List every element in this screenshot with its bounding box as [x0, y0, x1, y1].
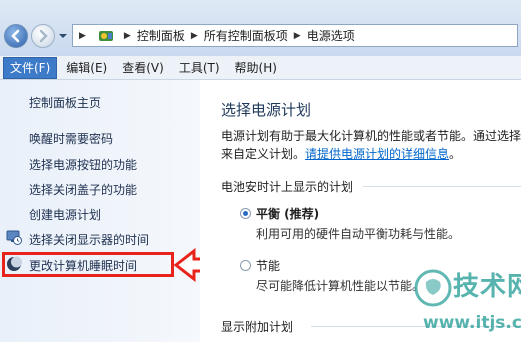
plan-balanced-label[interactable]: 平衡 (推荐): [256, 207, 319, 221]
sidebar-home-link[interactable]: 控制面板主页: [29, 94, 101, 111]
chevron-right-icon[interactable]: ▶: [79, 31, 86, 41]
menu-file[interactable]: 文件(F): [3, 56, 58, 79]
page-title: 选择电源计划: [221, 101, 312, 119]
forward-button[interactable]: [31, 24, 55, 48]
chevron-right-icon[interactable]: ▶: [124, 31, 131, 41]
plan-power-saver-description: 尽可能降低计算机性能以节能。: [256, 279, 425, 293]
control-panel-icon: [97, 27, 115, 45]
breadcrumb-item[interactable]: 电源选项: [307, 27, 355, 44]
menu-help[interactable]: 帮助(H): [229, 57, 283, 79]
sidebar-link-create-plan[interactable]: 创建电源计划: [29, 206, 101, 223]
description-line: 电源计划有助于最大化计算机的性能或者节能。通过选择: [221, 129, 521, 143]
sidebar-link-wake-password[interactable]: 唤醒时需要密码: [29, 130, 113, 147]
display-clock-icon: [6, 230, 22, 245]
chevron-right-icon[interactable]: ▶: [191, 31, 198, 41]
section-divider: [363, 186, 521, 187]
plan-balanced-radio[interactable]: [240, 208, 251, 219]
watermark-text: 技术网: [453, 272, 521, 302]
chevron-right-icon[interactable]: ▶: [294, 31, 301, 41]
sidebar-link-lid-close[interactable]: 选择关闭盖子的功能: [29, 181, 137, 198]
breadcrumb[interactable]: ▶ ▶ 控制面板 ▶ 所有控制面板项 ▶ 电源选项: [72, 24, 518, 47]
description-text: 。: [449, 147, 462, 161]
menu-view[interactable]: 查看(V): [116, 57, 170, 79]
back-arrow-icon: [11, 29, 20, 43]
sidebar-link-power-button[interactable]: 选择电源按钮的功能: [29, 156, 137, 173]
watermark-url: www.itjs.cn: [423, 313, 521, 333]
dropdown-icon[interactable]: [58, 31, 68, 41]
highlight-box: [2, 252, 174, 277]
battery-plans-heading: 电池安时计上显示的计划: [221, 180, 354, 194]
menu-edit[interactable]: 编辑(E): [60, 57, 113, 79]
plan-balanced-description: 利用可用的硬件自动平衡功耗与性能。: [256, 227, 461, 241]
back-button[interactable]: [4, 24, 28, 48]
plan-details-link[interactable]: 请提供电源计划的详细信息: [305, 147, 449, 161]
breadcrumb-item[interactable]: 所有控制面板项: [204, 27, 288, 44]
more-plans-heading[interactable]: 显示附加计划: [221, 318, 293, 335]
description-line: 来自定义计划。请提供电源计划的详细信息。: [221, 145, 521, 163]
menu-tools[interactable]: 工具(T): [173, 57, 226, 79]
menu-bar: 文件(F) 编辑(E) 查看(V) 工具(T) 帮助(H): [0, 56, 521, 80]
breadcrumb-item[interactable]: 控制面板: [137, 27, 185, 44]
watermark-logo-icon: [414, 269, 452, 307]
description-text: 来自定义计划。: [221, 147, 306, 161]
plan-power-saver-radio[interactable]: [240, 260, 251, 271]
address-bar: ▶ ▶ 控制面板 ▶ 所有控制面板项 ▶ 电源选项: [0, 0, 521, 56]
sidebar: 控制面板主页 唤醒时需要密码 选择电源按钮的功能 选择关闭盖子的功能 创建电源计…: [0, 80, 200, 342]
page-description: 电源计划有助于最大化计算机的性能或者节能。通过选择 来自定义计划。请提供电源计划…: [221, 127, 521, 163]
forward-arrow-icon: [39, 29, 48, 43]
plan-balanced-name[interactable]: 平衡 (推荐): [256, 205, 319, 222]
sidebar-link-display-off[interactable]: 选择关闭显示器的时间: [29, 231, 149, 248]
plan-power-saver-name[interactable]: 节能: [256, 257, 280, 274]
